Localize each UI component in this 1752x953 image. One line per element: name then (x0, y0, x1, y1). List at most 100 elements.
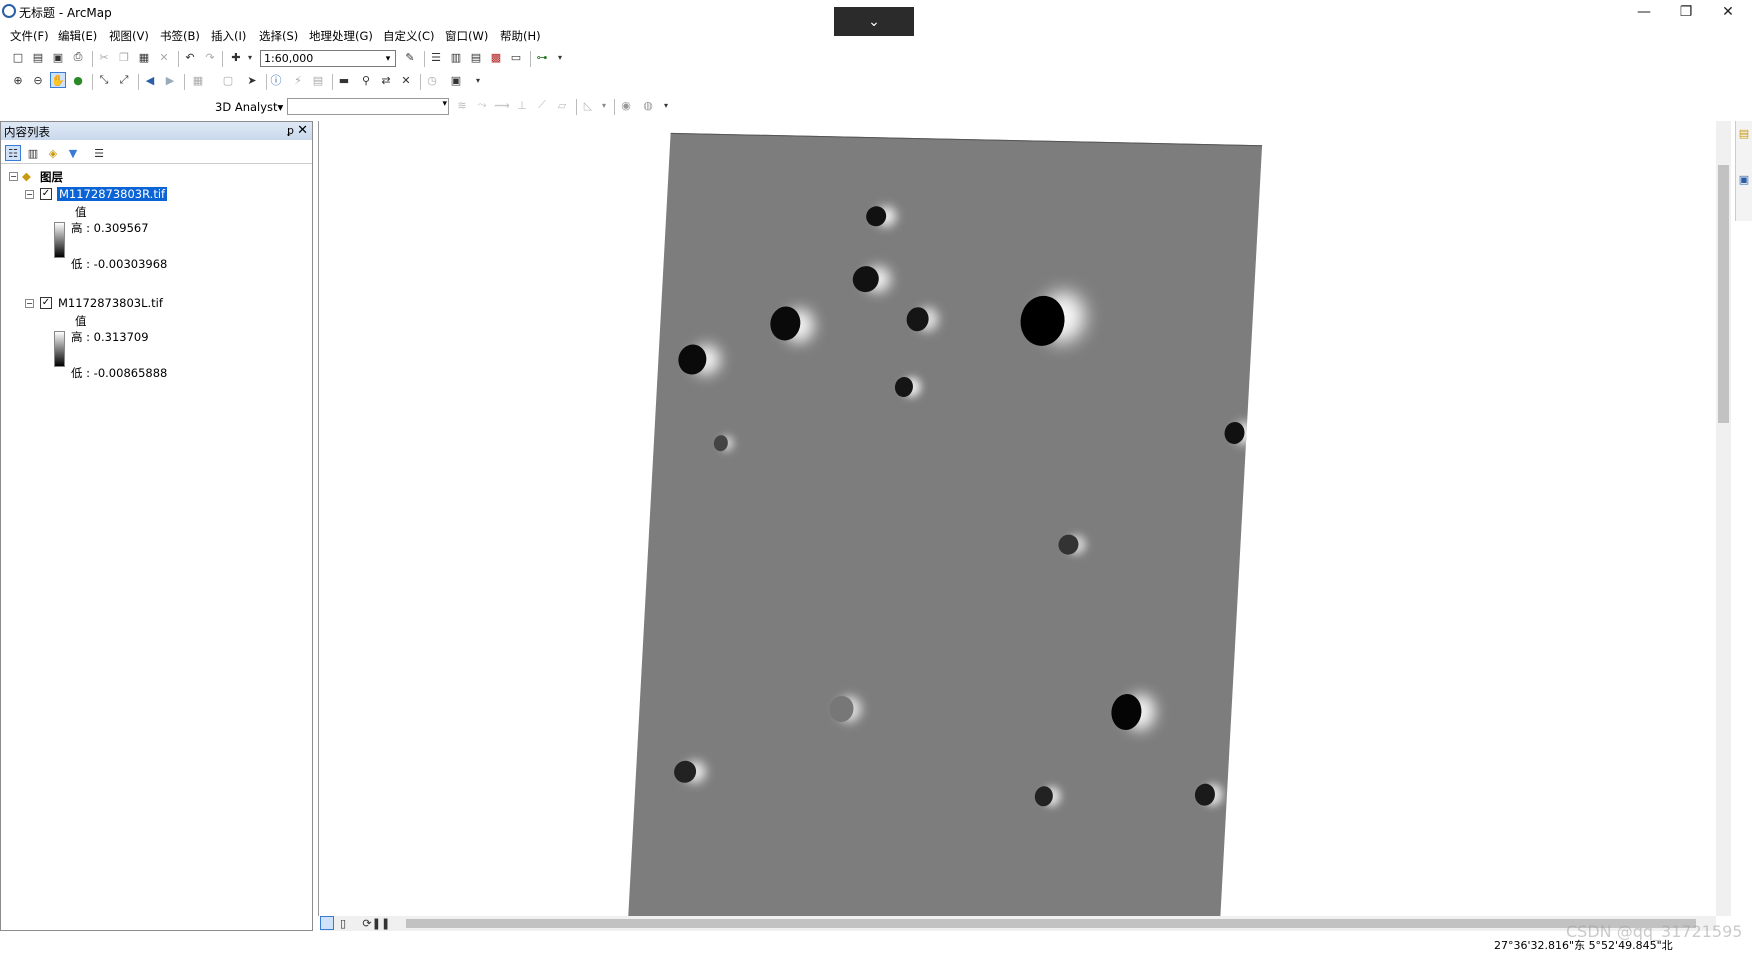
steepest-path-icon[interactable]: ⤳ (474, 97, 490, 113)
table-of-contents-icon[interactable]: ☰ (428, 49, 444, 65)
line-of-sight-icon[interactable]: ⟿ (494, 97, 510, 113)
cut-icon[interactable]: ✂ (96, 49, 112, 65)
interpolate-polygon-icon[interactable]: ▱ (554, 97, 570, 113)
interpolate-line-icon[interactable]: ⟋ (534, 97, 550, 113)
find-route-icon[interactable]: ⇄ (378, 72, 394, 88)
layout-view-icon[interactable]: ▯ (336, 916, 350, 930)
go-to-xy-icon[interactable]: ✕ (398, 72, 414, 88)
catalog-tab-icon[interactable]: ▤ (1736, 125, 1752, 141)
globe-icon[interactable]: ● (70, 72, 86, 88)
editor-icon[interactable]: ✎ (402, 49, 418, 65)
select-icon[interactable]: ➤ (244, 72, 260, 88)
chevron-down-icon[interactable]: ▾ (381, 51, 395, 66)
arctoolbox-icon[interactable]: ▩ (488, 49, 504, 65)
menu-windows[interactable]: 窗口(W) (445, 28, 488, 44)
undo-icon[interactable]: ↶ (182, 49, 198, 65)
close-window-button[interactable]: ✕ (1708, 2, 1748, 22)
contour-icon[interactable]: ≋ (454, 97, 470, 113)
profile-graph-icon[interactable]: ◺ (580, 97, 596, 113)
layers-icon: ◆ (22, 169, 31, 183)
select-features-icon[interactable]: ▦ (190, 72, 206, 88)
modelbuilder-icon[interactable]: ⊶ (534, 49, 550, 65)
menu-selection[interactable]: 选择(S) (259, 28, 298, 44)
close-icon[interactable]: ✕ (297, 123, 308, 138)
3d-analyst-layer-select[interactable]: ▾ (287, 98, 449, 115)
python-window-icon[interactable]: ▭ (508, 49, 524, 65)
pan-icon[interactable]: ✋ (50, 72, 66, 88)
selected-layer-name[interactable]: M1172873803R.tif (57, 187, 168, 201)
minimize-button[interactable]: — (1624, 2, 1664, 22)
search-tab-icon[interactable]: ▣ (1736, 171, 1752, 187)
catalog-icon[interactable]: ▥ (448, 49, 464, 65)
layer-expander[interactable]: − (25, 299, 34, 308)
status-bar (0, 932, 1752, 952)
clear-selection-icon[interactable]: ▢ (220, 72, 236, 88)
html-popup-icon[interactable]: ▤ (310, 72, 326, 88)
toolbar-options-icon[interactable]: ▾ (552, 49, 568, 65)
profile-dropdown-icon[interactable]: ▾ (596, 97, 612, 113)
time-slider-icon[interactable]: ◷ (424, 72, 440, 88)
map-display[interactable] (318, 121, 1716, 916)
copy-icon[interactable]: ❐ (116, 49, 132, 65)
group-expander[interactable]: − (9, 172, 18, 181)
layer-name[interactable]: M1172873803R.tif (57, 187, 168, 201)
menu-help[interactable]: 帮助(H) (500, 28, 541, 44)
menu-customize[interactable]: 自定义(C) (383, 28, 435, 44)
print-icon[interactable]: ⎙ (70, 49, 86, 65)
list-by-source-icon[interactable]: ▥ (25, 145, 41, 161)
identify-icon[interactable]: ⓘ (268, 72, 284, 88)
crater (673, 760, 697, 784)
layer-visibility-checkbox[interactable]: ✓ (40, 297, 52, 309)
point-profile-icon[interactable]: ⊥ (514, 97, 530, 113)
horizontal-scrollbar[interactable] (398, 916, 1716, 931)
layer-name[interactable]: M1172873803L.tif (58, 296, 163, 310)
data-view-icon[interactable] (320, 916, 334, 930)
vertical-scrollbar[interactable] (1716, 121, 1731, 916)
new-icon[interactable]: □ (10, 49, 26, 65)
fixed-zoom-in-icon[interactable]: ⤡ (96, 72, 112, 88)
tools-options-icon[interactable]: ▾ (470, 72, 486, 88)
open-icon[interactable]: ▤ (30, 49, 46, 65)
add-data-dropdown-icon[interactable]: ▾ (242, 49, 258, 65)
arcscene-icon[interactable]: ◉ (618, 97, 634, 113)
forward-icon[interactable]: ▶ (162, 72, 178, 88)
arcglobe-icon[interactable]: ◍ (640, 97, 656, 113)
toc-options-icon[interactable]: ☰ (91, 145, 107, 161)
search-window-icon[interactable]: ▤ (468, 49, 484, 65)
layers-group-label[interactable]: 图层 (40, 169, 63, 185)
3d-analyst-menu[interactable]: 3D Analyst▾ (215, 100, 283, 114)
pin-icon[interactable]: ꝑ (287, 124, 294, 137)
delete-icon[interactable]: ✕ (156, 49, 172, 65)
list-by-drawing-order-icon[interactable]: ☷ (5, 145, 21, 161)
full-extent-icon[interactable]: ⤢ (116, 72, 132, 88)
create-viewer-icon[interactable]: ▣ (448, 72, 464, 88)
map-scale-select[interactable]: 1:60,000 ▾ (260, 50, 396, 67)
3d-options-icon[interactable]: ▾ (658, 97, 674, 113)
menu-file[interactable]: 文件(F) (10, 28, 49, 44)
menu-geoprocessing[interactable]: 地理处理(G) (309, 28, 373, 44)
crater (1019, 295, 1066, 347)
menu-edit[interactable]: 编辑(E) (58, 28, 97, 44)
zoom-out-icon[interactable]: ⊖ (30, 72, 46, 88)
layer-expander[interactable]: − (25, 190, 34, 199)
menu-view[interactable]: 视图(V) (109, 28, 149, 44)
restore-button[interactable]: ❐ (1666, 2, 1706, 22)
crater (865, 206, 887, 227)
measure-icon[interactable]: ▬ (336, 72, 352, 88)
paste-icon[interactable]: ▦ (136, 49, 152, 65)
redo-icon[interactable]: ↷ (202, 49, 218, 65)
save-icon[interactable]: ▣ (50, 49, 66, 65)
list-by-visibility-icon[interactable]: ◈ (45, 145, 61, 161)
menu-bookmarks[interactable]: 书签(B) (160, 28, 200, 44)
pause-drawing-icon[interactable]: ❚❚ (372, 916, 390, 930)
list-by-selection-icon[interactable]: ▼ (65, 145, 81, 161)
find-icon[interactable]: ⚲ (358, 72, 374, 88)
horizontal-scrollbar-thumb[interactable] (406, 919, 1696, 928)
zoom-in-icon[interactable]: ⊕ (10, 72, 26, 88)
menu-insert[interactable]: 插入(I) (211, 28, 246, 44)
back-icon[interactable]: ◀ (142, 72, 158, 88)
chevron-down-icon[interactable]: ▾ (442, 99, 447, 109)
vertical-scrollbar-thumb[interactable] (1718, 165, 1729, 423)
hyperlink-icon[interactable]: ⚡ (290, 72, 306, 88)
layer-visibility-checkbox[interactable]: ✓ (40, 188, 52, 200)
